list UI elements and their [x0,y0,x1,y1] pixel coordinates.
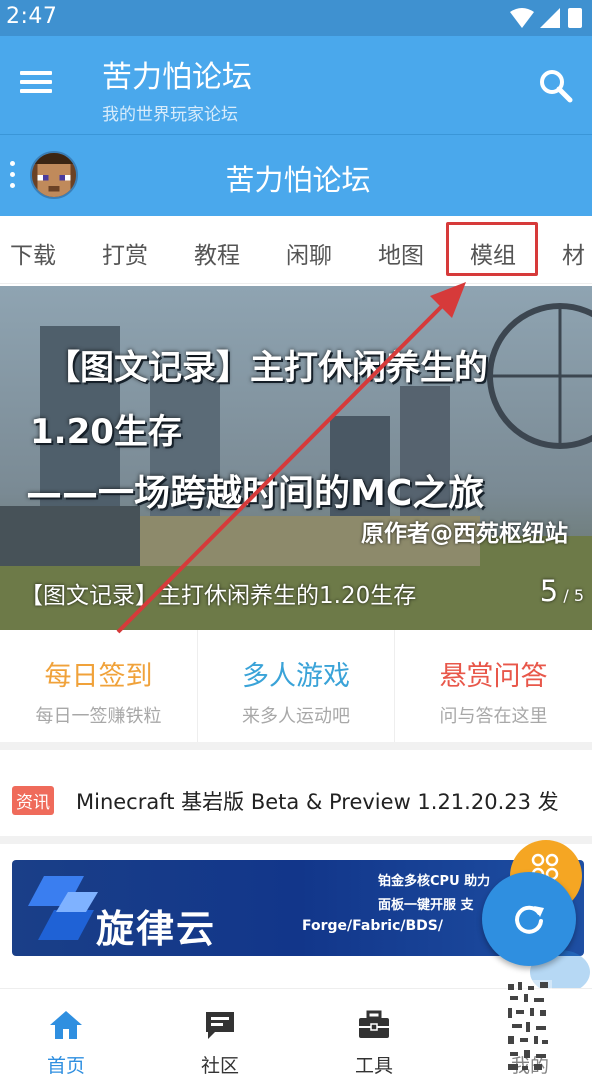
banner-headline-3: ——一场跨越时间的MC之旅 [26,473,485,514]
chat-icon [206,1012,234,1039]
banner-author: 原作者@西苑枢纽站 [361,521,568,547]
quick-action-multiplayer[interactable]: 多人游戏 来多人运动吧 [197,630,394,742]
toolbox-icon [359,1010,389,1038]
status-time: 2:47 [6,4,58,29]
app-title: 苦力怕论坛 [102,60,252,95]
banner-page-total: / 5 [563,586,584,605]
quick-action-qa[interactable]: 悬赏问答 问与答在这里 [394,630,592,742]
nav-home[interactable]: 首页 [6,989,126,1074]
menu-button[interactable] [20,66,58,102]
ad-line: Forge/Fabric/BDS/ [302,918,443,934]
home-icon [50,1011,82,1039]
status-bar: 2:47 [0,0,592,36]
brand-logo-icon [28,876,98,940]
quick-action-subtitle: 每日一签赚铁粒 [35,706,162,727]
app-bar: 苦力怕论坛 我的世界玩家论坛 [0,36,592,134]
news-item[interactable]: 资讯 Minecraft 基岩版 Beta & Preview 1.21.20.… [0,750,592,844]
refresh-icon [515,905,544,934]
bottom-nav: 首页 社区 工具 我的 [0,988,592,1074]
quick-action-title: 每日签到 [44,661,153,692]
quick-action-title: 悬赏问答 [439,661,548,692]
quick-action-title: 多人游戏 [242,661,350,692]
forum-header: 苦力怕论坛 [0,134,592,216]
banner-caption: 【图文记录】主打休闲养生的1.20生存 [20,583,417,609]
status-icons [510,8,582,28]
tab-materials[interactable]: 材 [562,236,585,270]
quick-action-checkin[interactable]: 每日签到 每日一签赚铁粒 [0,630,197,742]
featured-banner[interactable]: 【图文记录】主打休闲养生的 1.20生存 ——一场跨越时间的MC之旅 原作者@西… [0,286,592,630]
wifi-icon [510,8,534,28]
search-icon[interactable] [536,66,576,106]
news-title[interactable]: Minecraft 基岩版 Beta & Preview 1.21.20.23 … [76,786,559,816]
ad-brand: 旋律云 [96,907,217,951]
nav-community[interactable]: 社区 [160,989,280,1074]
news-badge: 资讯 [12,786,54,815]
ad-line: 面板一键开服 支 [378,898,474,913]
refresh-button[interactable] [482,872,576,966]
app-subtitle: 我的世界玩家论坛 [102,105,238,125]
nav-tools[interactable]: 工具 [314,989,434,1074]
banner-page-current: 5 [539,574,559,608]
tab-maps[interactable]: 地图 [378,236,424,270]
signal-icon [540,8,560,28]
battery-icon [568,8,582,28]
tab-chat[interactable]: 闲聊 [286,236,332,270]
quick-action-subtitle: 问与答在这里 [439,706,548,727]
banner-headline-2: 1.20生存 [30,412,182,452]
highlight-box [446,222,538,276]
banner-pager: 5 / 5 [540,574,584,608]
ad-line: 铂金多核CPU 助力 [378,874,491,889]
nav-label: 社区 [200,1055,239,1074]
quick-actions: 每日签到 每日一签赚铁粒 多人游戏 来多人运动吧 悬赏问答 问与答在这里 [0,630,592,750]
forum-title: 苦力怕论坛 [225,163,371,197]
tab-tutorial[interactable]: 教程 [194,236,240,270]
tab-download[interactable]: 下载 [10,236,56,270]
nav-label: 首页 [46,1055,85,1074]
nav-label: 工具 [354,1055,393,1074]
qr-code-icon [506,980,552,1074]
banner-headline-1: 【图文记录】主打休闲养生的 [46,348,488,388]
tab-reward[interactable]: 打赏 [102,236,148,270]
quick-action-subtitle: 来多人运动吧 [242,706,350,727]
